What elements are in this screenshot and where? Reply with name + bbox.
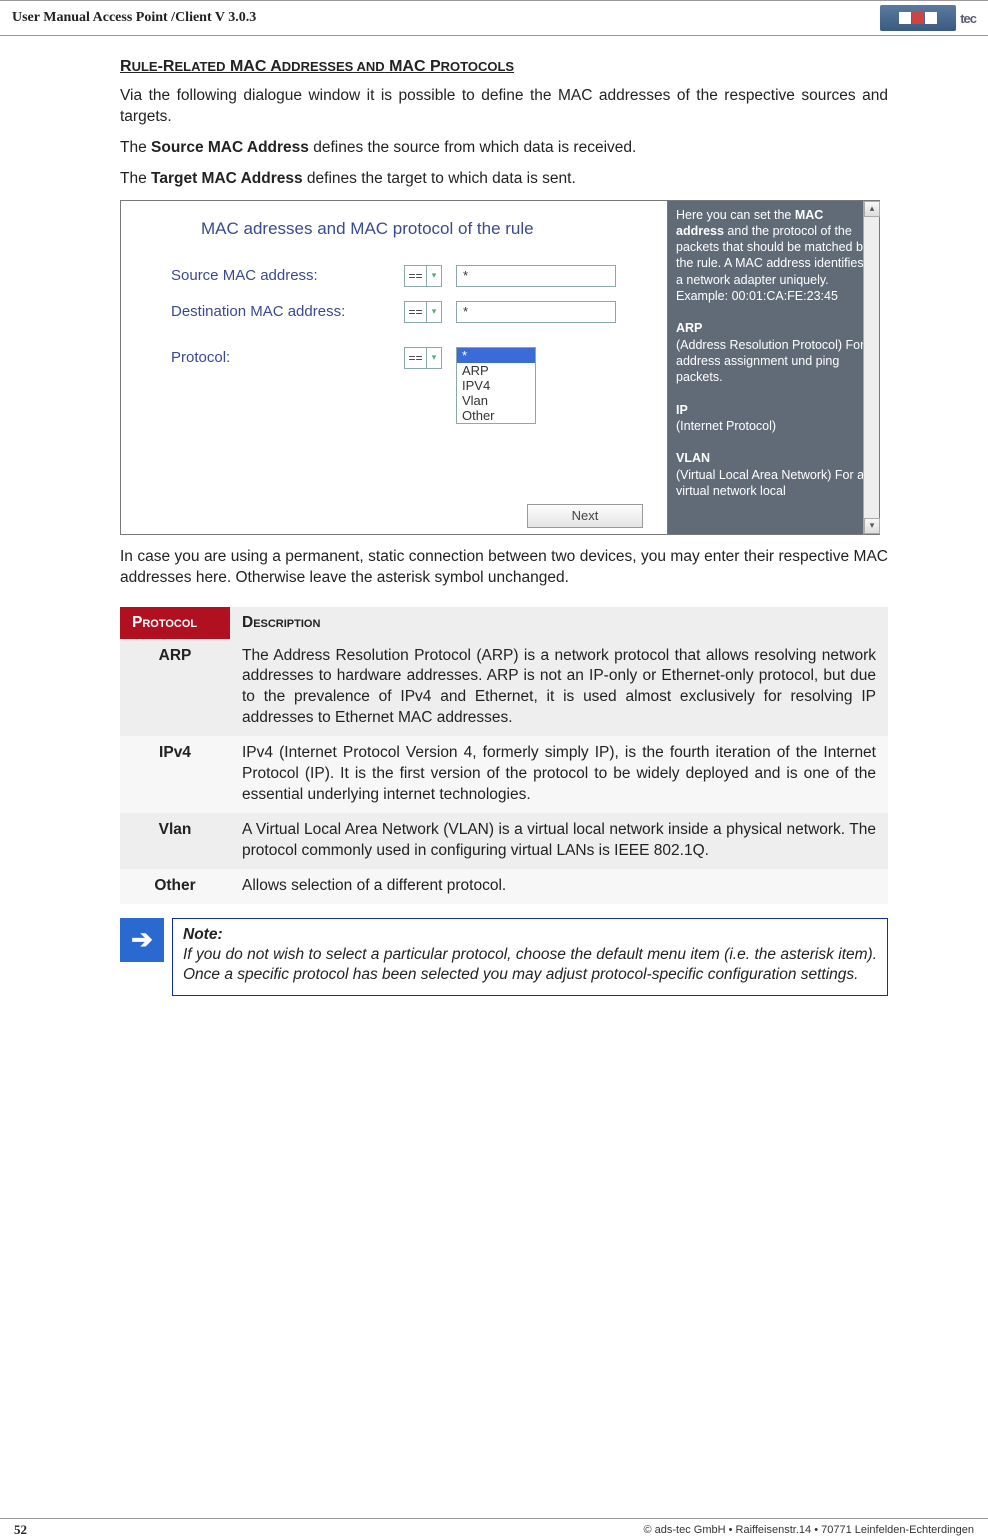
- src-mac-label: Source MAC address:: [171, 265, 404, 284]
- next-button[interactable]: Next: [527, 504, 643, 528]
- protocol-operator[interactable]: ==▾: [404, 347, 442, 369]
- table-row: VlanA Virtual Local Area Network (VLAN) …: [120, 813, 888, 869]
- table-row: IPv4IPv4 (Internet Protocol Version 4, f…: [120, 736, 888, 813]
- protocol-label: Protocol:: [171, 347, 404, 366]
- dialog-title: MAC adresses and MAC protocol of the rul…: [201, 219, 649, 239]
- arrow-right-icon: ➔: [120, 918, 164, 962]
- logo-icon: [880, 5, 956, 31]
- src-mac-operator[interactable]: ==▾: [404, 265, 442, 287]
- header-title: User Manual Access Point /Client V 3.0.3: [12, 10, 256, 26]
- table-row: ARPThe Address Resolution Protocol (ARP)…: [120, 639, 888, 737]
- chevron-down-icon: ▾: [427, 270, 441, 281]
- logo: tec: [880, 5, 976, 31]
- note-body: If you do not wish to select a particula…: [183, 945, 877, 985]
- section-heading: RULE-RELATED MAC ADDRESSES AND MAC PROTO…: [120, 58, 888, 76]
- note-title: Note:: [183, 925, 877, 945]
- dst-mac-label: Destination MAC address:: [171, 301, 404, 320]
- list-item[interactable]: IPV4: [457, 378, 535, 393]
- dialog-screenshot: MAC adresses and MAC protocol of the rul…: [120, 200, 880, 535]
- page-header: User Manual Access Point /Client V 3.0.3…: [0, 0, 988, 36]
- dst-mac-operator[interactable]: ==▾: [404, 301, 442, 323]
- src-mac-input[interactable]: [456, 265, 616, 287]
- list-item[interactable]: Vlan: [457, 393, 535, 408]
- copyright: © ads-tec GmbH • Raiffeisenstr.14 • 7077…: [643, 1524, 974, 1536]
- list-item[interactable]: Other: [457, 408, 535, 423]
- note-block: ➔ Note: If you do not wish to select a p…: [120, 918, 888, 996]
- protocol-table: Protocol Description ARPThe Address Reso…: [120, 607, 888, 904]
- list-item[interactable]: *: [457, 348, 535, 363]
- intro-para-2: The Source MAC Address defines the sourc…: [120, 138, 888, 159]
- after-screenshot-para: In case you are using a permanent, stati…: [120, 547, 888, 589]
- table-header-description: Description: [230, 607, 888, 639]
- scrollbar[interactable]: ▴ ▾: [863, 201, 879, 534]
- scroll-up-icon[interactable]: ▴: [864, 201, 880, 217]
- list-item[interactable]: ARP: [457, 363, 535, 378]
- chevron-down-icon: ▾: [427, 352, 441, 363]
- scroll-down-icon[interactable]: ▾: [864, 518, 880, 534]
- help-panel: Here you can set the MAC address and the…: [667, 201, 879, 534]
- page-footer: 52 © ads-tec GmbH • Raiffeisenstr.14 • 7…: [0, 1518, 988, 1540]
- protocol-listbox[interactable]: * ARP IPV4 Vlan Other: [456, 347, 536, 424]
- intro-para-3: The Target MAC Address defines the targe…: [120, 169, 888, 190]
- chevron-down-icon: ▾: [427, 306, 441, 317]
- intro-para-1: Via the following dialogue window it is …: [120, 86, 888, 128]
- logo-text: tec: [960, 11, 976, 26]
- content: RULE-RELATED MAC ADDRESSES AND MAC PROTO…: [0, 36, 988, 996]
- table-header-protocol: Protocol: [120, 607, 230, 639]
- page-number: 52: [14, 1522, 27, 1538]
- table-row: OtherAllows selection of a different pro…: [120, 869, 888, 904]
- dst-mac-input[interactable]: [456, 301, 616, 323]
